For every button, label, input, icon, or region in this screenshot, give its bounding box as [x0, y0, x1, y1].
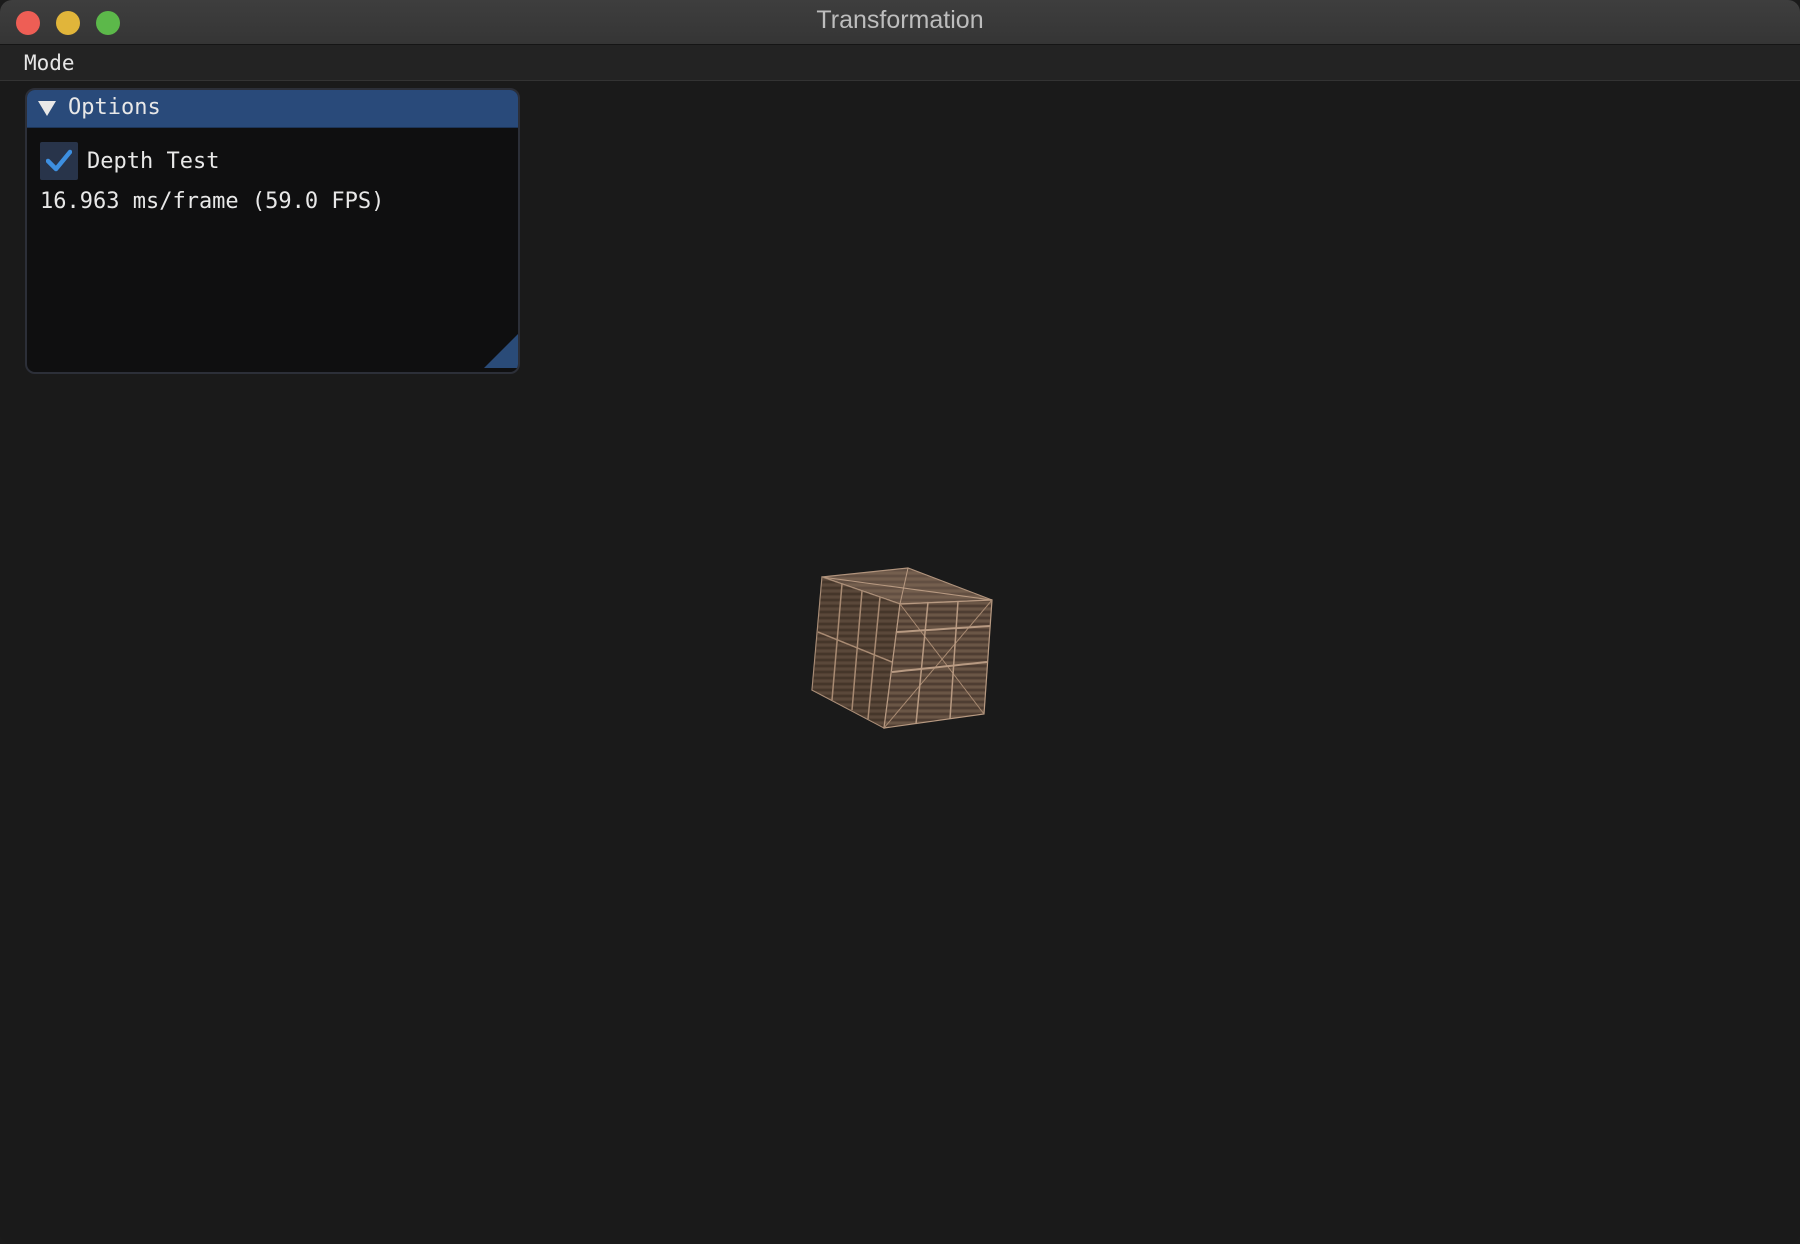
- window-title: Transformation: [816, 6, 984, 34]
- menu-item-mode[interactable]: Mode: [22, 51, 77, 75]
- wooden-crate-render: [811, 567, 993, 729]
- triangle-down-icon[interactable]: [37, 100, 57, 122]
- title-bar[interactable]: Transformation: [0, 0, 1800, 45]
- depth-test-label[interactable]: Depth Test: [87, 149, 219, 174]
- options-panel: Options Depth Test 16.963 ms/frame (59.0…: [25, 88, 520, 374]
- checkmark-icon: [46, 149, 72, 172]
- depth-test-checkbox[interactable]: [40, 142, 78, 180]
- resize-grip-icon[interactable]: [484, 334, 518, 372]
- menu-bar: Mode: [0, 45, 1800, 81]
- panel-header[interactable]: Options: [27, 90, 518, 128]
- app-window: Transformation Mode Options Depth Test 1…: [0, 0, 1800, 1244]
- frame-stats-text: 16.963 ms/frame (59.0 FPS): [40, 189, 385, 214]
- panel-title: Options: [68, 95, 161, 120]
